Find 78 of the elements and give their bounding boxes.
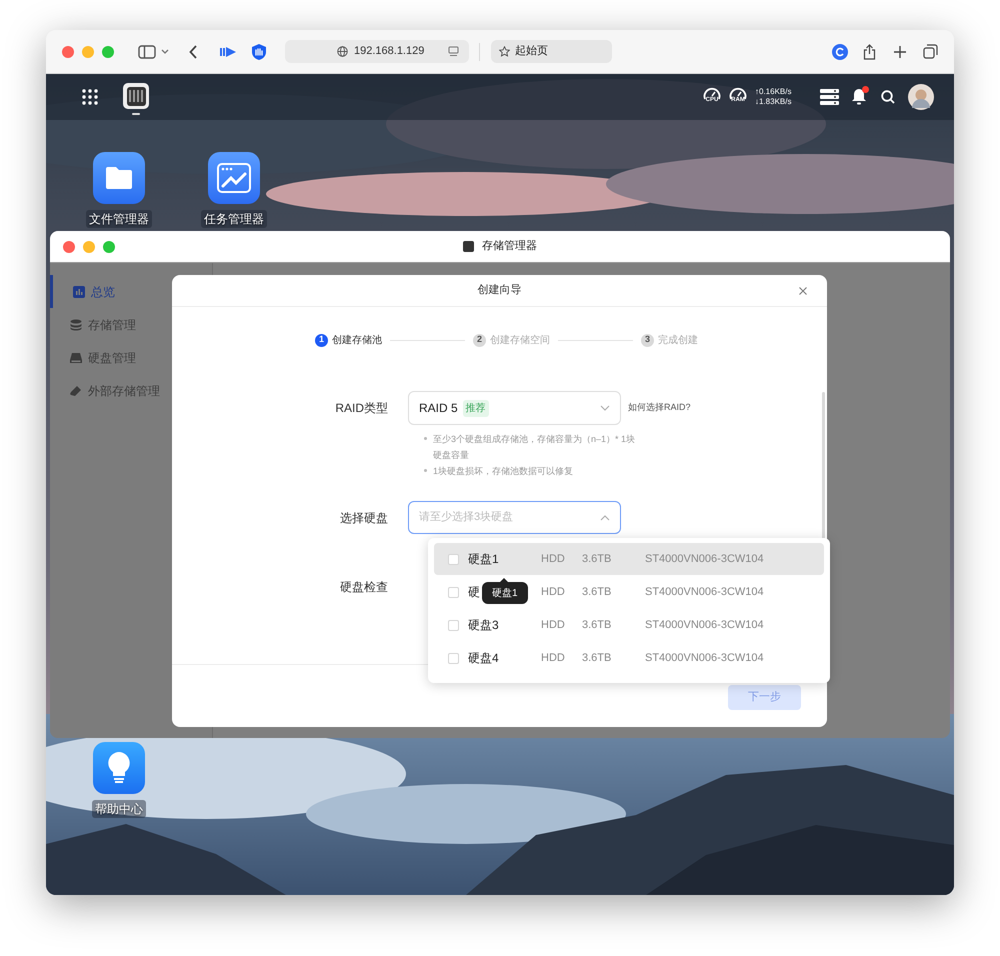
disk-type: HDD — [541, 552, 566, 567]
notification-bell-icon[interactable] — [851, 86, 869, 106]
checkbox[interactable] — [448, 620, 459, 630]
disk-name: 硬 — [468, 584, 480, 599]
refresh-extension-icon[interactable] — [832, 44, 848, 60]
bullet-icon — [424, 437, 427, 440]
server-icon[interactable] — [820, 89, 839, 105]
window-title: 存储管理器 — [482, 239, 537, 254]
disk-name: 硬盘4 — [468, 650, 499, 665]
scrollbar[interactable] — [822, 392, 825, 540]
browser-tab[interactable]: 起始页 — [491, 40, 612, 63]
app-grid-icon[interactable] — [82, 89, 98, 105]
folder-app-icon[interactable] — [93, 152, 145, 204]
chevron-up-icon — [600, 514, 610, 520]
help-link[interactable]: 如何选择RAID? — [628, 401, 691, 415]
sidebar-toggle-icon[interactable] — [138, 44, 156, 58]
storage-app-taskbar-icon[interactable] — [123, 83, 149, 109]
disk-type: HDD — [541, 618, 566, 633]
download-speed: ↓1.83KB/s — [755, 97, 792, 107]
step-number: 2 — [473, 334, 486, 346]
share-icon[interactable] — [863, 44, 876, 60]
chart-icon — [73, 286, 85, 298]
field-label: 硬盘检查 — [339, 579, 389, 596]
chevron-down-icon — [600, 405, 610, 411]
reader-icon[interactable] — [448, 46, 459, 57]
disk-model: ST4000VN006-3CW104 — [645, 650, 764, 666]
address-bar[interactable]: 192.168.1.129 — [285, 40, 469, 63]
app-label[interactable]: 文件管理器 — [86, 210, 152, 228]
disk-name: 硬盘3 — [468, 618, 499, 632]
checkbox[interactable] — [448, 652, 459, 664]
hint-text: 至少3个硬盘组成存储池，存储容量为（n–1）* 1块硬盘容量 — [433, 433, 636, 462]
disk-name: 硬盘1 — [468, 552, 499, 566]
disk-size: 3.6TB — [582, 552, 612, 567]
url-text: 192.168.1.129 — [354, 44, 424, 60]
chevron-down-icon[interactable] — [161, 48, 169, 54]
recommended-tag: 推荐 — [462, 400, 489, 416]
app-icon — [463, 241, 474, 252]
close-icon[interactable] — [799, 287, 807, 295]
avatar[interactable] — [908, 84, 934, 110]
search-icon[interactable] — [881, 90, 895, 104]
bullet-icon — [424, 469, 427, 472]
disk-model: ST4000VN006-3CW104 — [645, 552, 764, 567]
field-label: RAID类型 — [334, 400, 389, 417]
disk-size: 3.6TB — [582, 584, 612, 600]
tabs-overview-icon[interactable] — [923, 44, 938, 59]
dialog-title: 创建向导 — [478, 283, 522, 298]
step-label: 创建存储池 — [332, 334, 382, 348]
star-icon — [499, 46, 510, 57]
extension-icon[interactable] — [220, 46, 236, 56]
checkbox[interactable] — [448, 554, 459, 564]
disk-model: ST4000VN006-3CW104 — [645, 618, 764, 633]
disk-type: HDD — [541, 650, 566, 666]
tab-title: 起始页 — [515, 44, 548, 60]
step-label: 创建存储空间 — [490, 334, 550, 348]
disk-size: 3.6TB — [582, 618, 612, 633]
disk-model: ST4000VN006-3CW104 — [645, 584, 764, 600]
lightbulb-app-icon[interactable] — [93, 742, 145, 794]
back-icon[interactable] — [189, 44, 198, 58]
chart-app-icon[interactable] — [208, 152, 260, 204]
checkbox[interactable] — [448, 586, 459, 598]
close-window-button[interactable] — [62, 46, 74, 58]
upload-speed: ↑0.16KB/s — [755, 87, 792, 97]
step-number: 3 — [641, 334, 654, 346]
hint-text: 1块硬盘损坏，存储池数据可以修复 — [433, 465, 574, 478]
app-label[interactable]: 帮助中心 — [92, 800, 146, 818]
new-tab-icon[interactable] — [894, 46, 906, 58]
database-icon — [70, 318, 82, 330]
close-window-button[interactable] — [63, 241, 75, 253]
raid-type-dropdown[interactable]: RAID 5 推荐 — [408, 391, 621, 425]
globe-icon — [337, 46, 348, 57]
step-label: 完成创建 — [658, 334, 698, 348]
app-label[interactable]: 任务管理器 — [201, 210, 267, 228]
field-label: 选择硬盘 — [339, 510, 389, 526]
active-app-indicator — [132, 113, 140, 115]
disk-option[interactable]: 硬盘1 HDD 3.6TB ST4000VN006-3CW104 — [434, 543, 824, 575]
disk-type: HDD — [541, 584, 566, 600]
disk-size: 3.6TB — [582, 650, 612, 666]
step-number: 1 — [315, 334, 328, 346]
